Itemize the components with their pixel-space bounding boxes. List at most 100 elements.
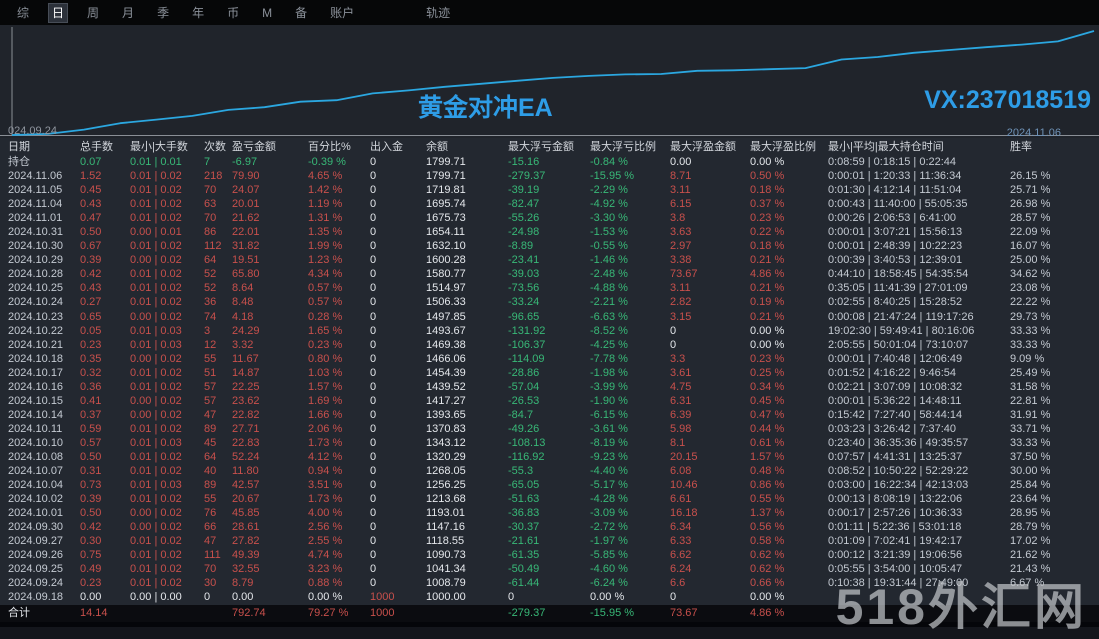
cell-balance: 1497.85 [426, 310, 466, 323]
cell-pnl: 11.67 [232, 352, 259, 365]
table-row[interactable]: 2024.10.18 0.35 0.00 | 0.02 55 11.67 0.80 % 0 1… [0, 352, 1099, 366]
header-flp[interactable]: 最大浮亏比例 [590, 139, 670, 155]
cell-date: 2024.10.23 [8, 310, 64, 323]
cell-count: 47 [204, 408, 217, 421]
cell-balance: 1454.39 [426, 366, 466, 379]
table-row[interactable]: 2024.09.24 0.23 0.01 | 0.02 30 8.79 0.88 % 0 10… [0, 576, 1099, 590]
table-row[interactable]: 2024.10.22 0.05 0.01 | 0.03 3 24.29 1.65 % 0 14… [0, 324, 1099, 338]
cell-minmax: 0.01 | 0.03 [130, 436, 182, 449]
cell-count: 57 [204, 380, 217, 393]
header-fp[interactable]: 最大浮盈金额 [670, 139, 750, 155]
table-row[interactable]: 2024.10.29 0.39 0.00 | 0.02 64 19.51 1.23 % 0 1… [0, 253, 1099, 267]
cell-flp: -4.92 % [590, 198, 628, 211]
menu-item-7[interactable]: M [259, 4, 275, 22]
cell-count: 63 [204, 198, 217, 211]
cell-fpp: 0.86 % [750, 479, 785, 492]
cell-count: 0 [204, 591, 211, 604]
cell-count: 218 [204, 170, 223, 183]
table-row[interactable]: 2024.10.16 0.36 0.01 | 0.02 57 22.25 1.57 % 0 1… [0, 380, 1099, 394]
cell-flp: -6.24 % [590, 577, 628, 590]
table-row[interactable]: 2024.10.01 0.50 0.00 | 0.02 76 45.85 4.00 % 0 1… [0, 506, 1099, 520]
table-row[interactable]: 2024.10.23 0.65 0.00 | 0.02 74 4.18 0.28 % 0 14… [0, 310, 1099, 324]
cell-fl: -61.44 [508, 577, 540, 590]
table-row[interactable]: 2024.10.24 0.27 0.01 | 0.02 36 8.48 0.57 % 0 15… [0, 295, 1099, 309]
cell-pct: 4.00 % [308, 507, 343, 520]
header-pnl[interactable]: 盈亏金额 [232, 139, 308, 155]
table-row[interactable]: 2024.10.21 0.23 0.01 | 0.03 12 3.32 0.23 % 0 14… [0, 338, 1099, 352]
header-minmax[interactable]: 最小|大手数 [130, 139, 204, 155]
menu-item-3[interactable]: 月 [119, 4, 137, 22]
header-win[interactable]: 胜率 [1010, 139, 1099, 155]
header-lots[interactable]: 总手数 [80, 139, 130, 155]
table-row[interactable]: 2024.09.26 0.75 0.01 | 0.02 111 49.39 4.74 % 0… [0, 548, 1099, 562]
table-row[interactable]: 2024.09.18 0.00 0.00 | 0.00 0 0.00 0.00 % 1000… [0, 590, 1099, 604]
menu-item-1[interactable]: 日 [48, 2, 69, 23]
cell-count: 57 [204, 394, 217, 407]
cell-minmax: 0.01 | 0.03 [130, 324, 182, 337]
cell-inout: 0 [370, 436, 377, 449]
cell-inout: 0 [370, 535, 377, 548]
table-row[interactable]: 2024.10.17 0.32 0.01 | 0.02 51 14.87 1.03 % 0 1… [0, 366, 1099, 380]
table-row[interactable]: 2024.10.07 0.31 0.01 | 0.02 40 11.80 0.94 % 0 1… [0, 464, 1099, 478]
cell-lots: 0.43 [80, 282, 102, 295]
cell-fl: -26.53 [508, 394, 540, 407]
table-row[interactable]: 2024.10.14 0.37 0.00 | 0.02 47 22.82 1.66 % 0 1… [0, 408, 1099, 422]
header-fl[interactable]: 最大浮亏金额 [508, 139, 590, 155]
table-row[interactable]: 2024.10.31 0.50 0.00 | 0.01 86 22.01 1.35 % 0 1… [0, 225, 1099, 239]
cell-fp: 0 [670, 324, 677, 337]
menu-item-0[interactable]: 综 [14, 4, 32, 22]
header-count[interactable]: 次数 [204, 139, 232, 155]
cell-minmax: 0.00 | 0.02 [130, 408, 182, 421]
table-row[interactable]: 2024.10.25 0.43 0.01 | 0.02 52 8.64 0.57 % 0 15… [0, 281, 1099, 295]
table-row[interactable]: 2024.10.11 0.59 0.01 | 0.02 89 27.71 2.06 % 0 1… [0, 422, 1099, 436]
table-row[interactable]: 2024.10.10 0.57 0.01 | 0.03 45 22.83 1.73 % 0 1… [0, 436, 1099, 450]
menu-item-6[interactable]: 币 [224, 4, 242, 22]
menu-item-4[interactable]: 季 [154, 4, 172, 22]
cell-lots: 0.47 [80, 212, 102, 225]
cell-lots: 0.57 [80, 436, 102, 449]
table-row[interactable]: 2024.11.06 1.52 0.01 | 0.02 218 79.90 4.65 % 0… [0, 169, 1099, 183]
menu-item-8[interactable]: 备 [292, 4, 310, 22]
table-row[interactable]: 2024.11.05 0.45 0.01 | 0.02 70 24.07 1.42 % 0 1… [0, 183, 1099, 197]
table-row[interactable]: 2024.09.27 0.30 0.01 | 0.02 47 27.82 2.55 % 0 1… [0, 534, 1099, 548]
cell-fpp: 0.21 % [750, 254, 785, 267]
table-row[interactable]: 2024.10.02 0.39 0.01 | 0.02 55 20.67 1.73 % 0 1… [0, 492, 1099, 506]
cell-pct: 2.56 % [308, 521, 343, 534]
header-date[interactable]: 日期 [8, 139, 80, 155]
header-fpp[interactable]: 最大浮盈比例 [750, 139, 828, 155]
header-pct[interactable]: 百分比% [308, 139, 370, 155]
cell-times: 0:00:13 | 8:08:19 | 13:22:06 [828, 493, 963, 506]
table-row[interactable]: 持仓 0.07 0.01 | 0.01 7 -6.97 -0.39 % 0 1799.71 -1… [0, 155, 1099, 169]
cell-count: 74 [204, 310, 217, 323]
header-inout[interactable]: 出入金 [370, 139, 426, 155]
cell-lots: 0.41 [80, 394, 102, 407]
table-row[interactable]: 2024.10.04 0.73 0.01 | 0.03 89 42.57 3.51 % 0 1… [0, 478, 1099, 492]
table-row[interactable]: 2024.11.01 0.47 0.01 | 0.02 70 21.62 1.31 % 0 1… [0, 211, 1099, 225]
cell-fpp: 0.50 % [750, 170, 785, 183]
cell-count: 70 [204, 184, 217, 197]
menu-item-2[interactable]: 周 [84, 4, 102, 22]
table-row[interactable]: 2024.10.28 0.42 0.01 | 0.02 52 65.80 4.34 % 0 1… [0, 267, 1099, 281]
cell-pnl: 8.48 [232, 296, 254, 309]
equity-chart[interactable]: 黄金对冲EA VX:237018519 [0, 25, 1099, 138]
cell-balance: 1695.74 [426, 198, 466, 211]
table-row[interactable]: 2024.10.15 0.41 0.00 | 0.02 57 23.62 1.69 % 0 1… [0, 394, 1099, 408]
cell-pct: 1.69 % [308, 394, 343, 407]
menu-item-9[interactable]: 账户 [327, 4, 357, 22]
cell-pnl: 24.29 [232, 324, 260, 337]
cell-pnl: 45.85 [232, 507, 260, 520]
table-total-row[interactable]: 合计 14.14 792.74 79.27 % 1000 -279.37 -15.95 % 7… [0, 605, 1099, 622]
cell-pct: 3.51 % [308, 479, 343, 492]
table-row[interactable]: 2024.09.25 0.49 0.01 | 0.02 70 32.55 3.23 % 0 1… [0, 562, 1099, 576]
cell-times: 0:02:55 | 8:40:25 | 15:28:52 [828, 296, 963, 309]
cell-pct: 0.00 % [308, 591, 343, 604]
menu-item-trail[interactable]: 轨迹 [426, 4, 450, 21]
header-times[interactable]: 最小|平均|最大持仓时间 [828, 139, 1010, 155]
table-row[interactable]: 2024.09.30 0.42 0.00 | 0.02 66 28.61 2.56 % 0 1… [0, 520, 1099, 534]
menu-item-5[interactable]: 年 [189, 4, 207, 22]
cell-pnl: 19.51 [232, 254, 260, 267]
table-row[interactable]: 2024.10.30 0.67 0.01 | 0.02 112 31.82 1.99 % 0… [0, 239, 1099, 253]
table-row[interactable]: 2024.11.04 0.43 0.01 | 0.02 63 20.01 1.19 % 0 1… [0, 197, 1099, 211]
header-balance[interactable]: 余额 [426, 139, 508, 155]
table-row[interactable]: 2024.10.08 0.50 0.01 | 0.02 64 52.24 4.12 % 0 1… [0, 450, 1099, 464]
